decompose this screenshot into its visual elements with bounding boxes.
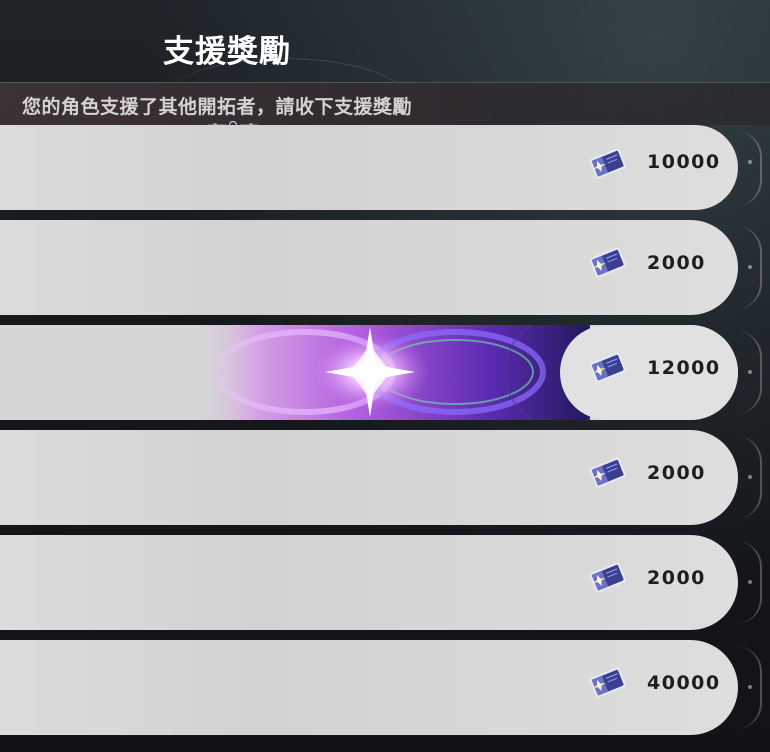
- ticket-icon: [589, 562, 626, 593]
- reward-amount: 40000: [647, 672, 721, 694]
- header: 支援獎勵 您的角色支援了其他開拓者，請收下支援獎勵: [0, 0, 770, 149]
- ticket-icon: [589, 148, 626, 179]
- reward-row[interactable]: 2000: [0, 220, 770, 315]
- ticket-icon: [589, 247, 626, 278]
- reward-amount: 12000: [647, 357, 721, 379]
- reward-amount: 10000: [647, 151, 721, 173]
- page-title: 支援獎勵: [163, 34, 291, 70]
- reward-row[interactable]: 40000: [0, 640, 770, 735]
- reward-amount: 2000: [647, 252, 706, 274]
- reward-amount: 2000: [647, 567, 706, 589]
- reward-row-highlighted[interactable]: 12000: [0, 325, 770, 420]
- subtitle: 您的角色支援了其他開拓者，請收下支援獎勵: [22, 96, 413, 118]
- ticket-icon: [589, 667, 626, 698]
- ticket-icon: [589, 457, 626, 488]
- reward-row[interactable]: 2000: [0, 430, 770, 525]
- ticket-icon: [589, 352, 626, 383]
- reward-row[interactable]: 10000: [0, 125, 770, 210]
- reward-amount: 2000: [647, 462, 706, 484]
- reward-row[interactable]: 2000: [0, 535, 770, 630]
